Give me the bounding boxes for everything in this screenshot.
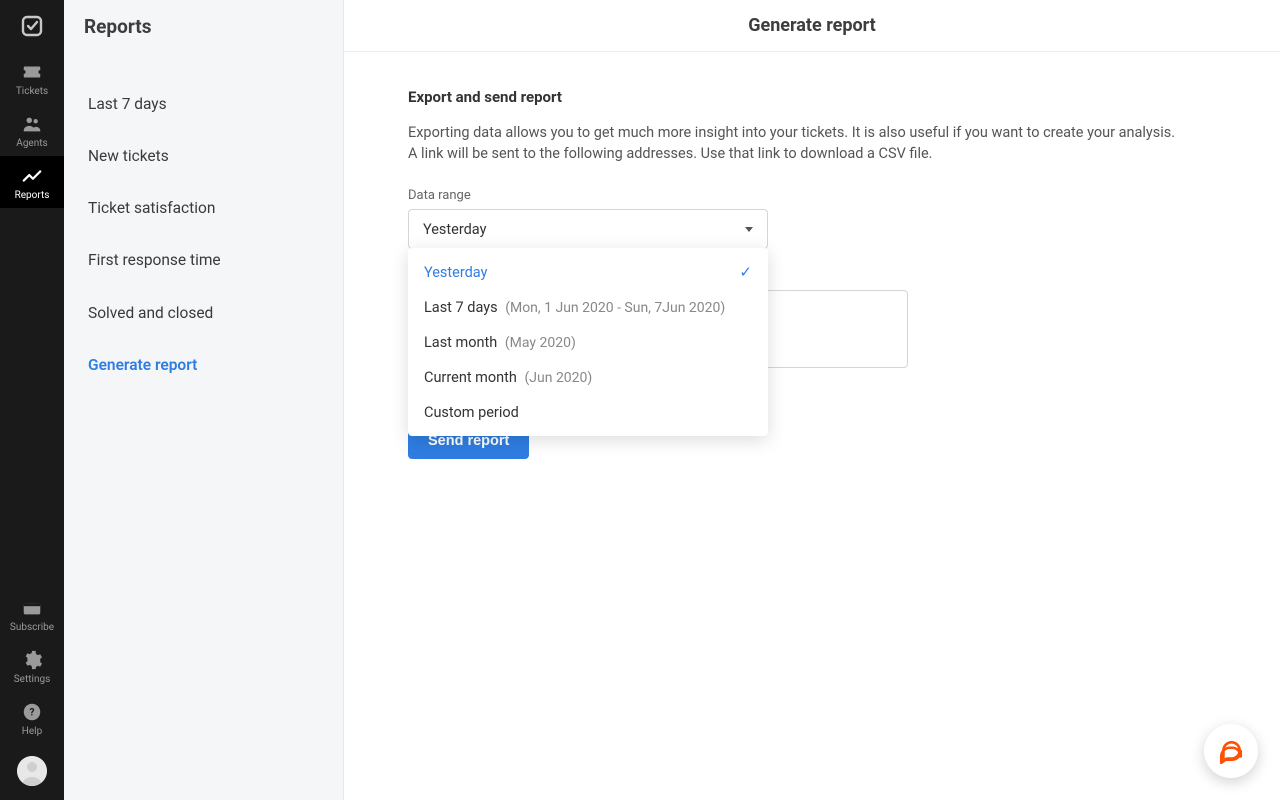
rail-item-reports[interactable]: Reports [0,156,64,208]
page-title: Generate report [344,0,1280,52]
check-icon: ✓ [739,263,752,281]
sidebar-item-first-response-time[interactable]: First response time [64,240,343,280]
rail-item-label: Reports [15,190,50,201]
sidebar-title: Reports [64,0,343,52]
rail-item-subscribe[interactable]: Subscribe [0,588,64,640]
rail-item-label: Help [22,726,42,737]
data-range-label: Data range [408,188,1216,203]
sidebar-item-ticket-satisfaction[interactable]: Ticket satisfaction [64,188,343,228]
option-label: Yesterday [424,264,487,281]
rail-item-agents[interactable]: Agents [0,104,64,156]
ticket-icon [21,61,43,83]
dropdown-option-last-7-days[interactable]: Last 7 days (Mon, 1 Jun 2020 - Sun, 7Jun… [408,290,768,325]
subscribe-icon [21,597,43,619]
caret-down-icon [745,227,753,232]
option-label: Current month [424,369,517,386]
settings-gear-icon [21,649,43,671]
reports-icon [21,165,43,187]
section-description: Exporting data allows you to get much mo… [408,122,1216,164]
content-area: Export and send report Exporting data al… [344,52,1280,459]
desc-line2: A link will be sent to the following add… [408,145,932,162]
chat-bubble-icon [1218,738,1244,764]
chat-fab[interactable] [1204,724,1258,778]
option-range: (May 2020) [505,335,576,351]
app-logo-icon [0,0,64,52]
svg-text:?: ? [29,708,34,719]
data-range-dropdown: Yesterday ✓ Last 7 days (Mon, 1 Jun 2020… [408,248,768,436]
dropdown-option-custom-period[interactable]: Custom period [408,395,768,430]
rail-item-label: Settings [14,674,51,685]
dropdown-option-current-month[interactable]: Current month (Jun 2020) [408,360,768,395]
rail-item-label: Tickets [16,86,48,97]
icon-rail: Tickets Agents Reports Subscribe Se [0,0,64,800]
rail-item-tickets[interactable]: Tickets [0,52,64,104]
option-range: (Jun 2020) [525,370,593,386]
dropdown-option-last-month[interactable]: Last month (May 2020) [408,325,768,360]
sidebar-item-last-7-days[interactable]: Last 7 days [64,84,343,124]
help-icon: ? [21,701,43,723]
option-label: Last month [424,334,497,351]
rail-item-label: Agents [16,138,47,149]
agents-icon [21,113,43,135]
rail-nav-top: Tickets Agents Reports [0,52,64,208]
user-avatar[interactable] [17,756,47,786]
data-range-value: Yesterday [423,221,486,238]
reports-sidebar: Reports Last 7 days New tickets Ticket s… [64,0,344,800]
sidebar-item-new-tickets[interactable]: New tickets [64,136,343,176]
data-range-select[interactable]: Yesterday [408,209,768,249]
sidebar-list: Last 7 days New tickets Ticket satisfact… [64,52,343,385]
desc-line1: Exporting data allows you to get much mo… [408,124,1175,141]
sidebar-item-solved-and-closed[interactable]: Solved and closed [64,293,343,333]
rail-nav-bottom: Subscribe Settings ? Help [0,588,64,744]
rail-item-label: Subscribe [10,622,54,633]
dropdown-option-yesterday[interactable]: Yesterday ✓ [408,254,768,290]
rail-item-settings[interactable]: Settings [0,640,64,692]
main-panel: Generate report Export and send report E… [344,0,1280,800]
section-title: Export and send report [408,88,1216,106]
option-label: Custom period [424,404,519,421]
option-range: (Mon, 1 Jun 2020 - Sun, 7Jun 2020) [505,300,725,316]
option-label: Last 7 days [424,299,498,316]
rail-item-help[interactable]: ? Help [0,692,64,744]
sidebar-item-generate-report[interactable]: Generate report [64,345,343,385]
